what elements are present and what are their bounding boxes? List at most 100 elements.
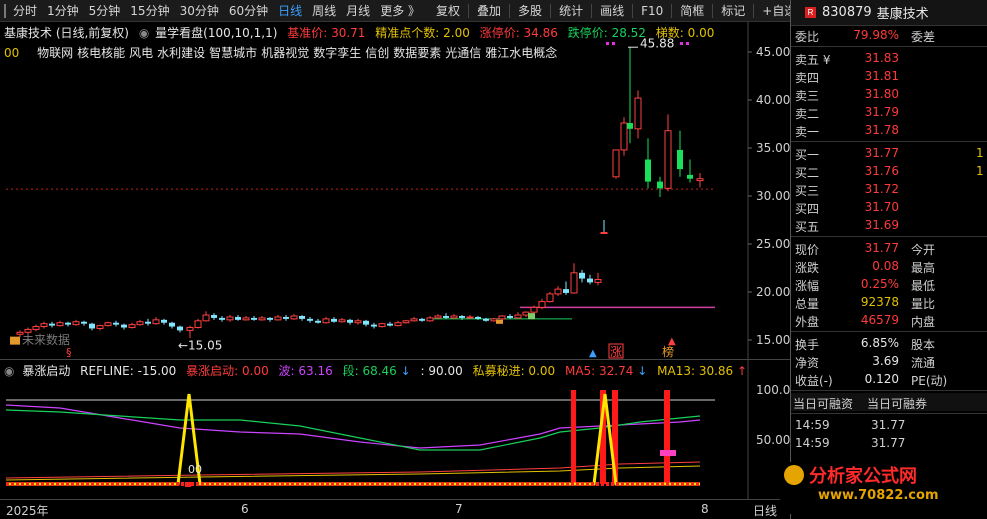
ask-label: 卖三 (795, 89, 820, 103)
section-marker: § (66, 346, 72, 359)
candle-body (152, 319, 160, 325)
period-tab[interactable]: 5分钟 (84, 0, 126, 22)
margin-badge: R (805, 7, 816, 18)
toolbar-button[interactable]: 复权 (431, 0, 465, 22)
stat-row: 净资 3.69 流通 (791, 352, 987, 370)
candle-body (594, 279, 602, 283)
candle-body (211, 315, 217, 318)
candle-body (579, 272, 585, 279)
period-tab[interactable]: 分时 (8, 0, 42, 22)
candle-body (696, 178, 704, 182)
concept-tag: 风电 (129, 46, 154, 60)
ask-label: 卖一 (795, 125, 820, 139)
stat-value: 46579 (860, 313, 899, 327)
candle-body (274, 316, 282, 321)
quote-header: R 830879 基康技术 (791, 0, 987, 26)
window-icon[interactable] (4, 3, 6, 18)
signal-bar (571, 390, 576, 484)
period-tab[interactable]: 60分钟 (224, 0, 273, 22)
stat-value: 0.120 (864, 372, 899, 386)
kline-chart[interactable]: 45.00 40.00 35.00 30.00 25.00 20.00 15.00 45.88… (0, 22, 790, 359)
stat-label: 流通 (911, 356, 936, 370)
period-tab[interactable]: 月线 (341, 0, 375, 22)
period-label[interactable]: 日线 (753, 502, 777, 519)
indicator-chart[interactable]: 100.00 50.00 00 ◉ 暴涨启动 REFLINE: -15.00 暴涨启… (0, 359, 790, 500)
secret-signal-block (660, 450, 676, 456)
toolbar-divider (550, 3, 552, 18)
stat-row: 现价 31.77 今开 (791, 239, 987, 257)
candle-body (24, 328, 32, 333)
stat-value: 92378 (860, 295, 899, 309)
bid-label: 买二 (795, 166, 820, 180)
candle-body (104, 322, 112, 327)
order-ratio-value: 79.98% (853, 28, 899, 42)
axis-label-june: 6 (241, 502, 249, 516)
margin-short-label: 当日可融券 (867, 397, 928, 411)
order-ratio-row: 委比 79.98% 委差 (791, 26, 987, 44)
indicator-title[interactable]: 暴涨启动 (22, 364, 70, 378)
candle-body (354, 320, 362, 324)
candle-body (507, 316, 513, 318)
indicator-tick-label: 50.00 (756, 433, 790, 447)
candle-body (664, 130, 672, 189)
site-watermark: 分析家公式网 www.70822.com (780, 462, 976, 514)
ask-price: 31.83 (864, 51, 899, 65)
signal-dot (606, 42, 609, 45)
candle-body (89, 323, 95, 329)
signal-up-icon: ▲ (668, 336, 676, 347)
stat-label: 现价 (795, 243, 820, 257)
stat-label: 总量 (795, 297, 820, 311)
stat-label: 最低 (911, 279, 936, 293)
candle-body (226, 316, 234, 321)
precise-points: 精准点个数: 2.00 (375, 26, 470, 40)
indicator-settings-icon[interactable]: ◉ (4, 364, 14, 378)
period-tab[interactable]: 日线 (273, 0, 307, 22)
secret-value: 私募秘进: 0.00 (472, 364, 556, 378)
candle-body (634, 97, 642, 130)
candle-body (169, 322, 175, 327)
period-tab[interactable]: 1分钟 (42, 0, 84, 22)
candle-body (371, 324, 377, 327)
candle-body (347, 319, 353, 323)
toolbar-button[interactable]: 画线 (595, 0, 629, 22)
ma5-arrow-icon: ↓ (637, 364, 648, 378)
candle-body (235, 316, 241, 320)
period-tab[interactable]: 周线 (307, 0, 341, 22)
bid-price: 31.70 (864, 200, 899, 214)
period-tab[interactable]: 30分钟 (175, 0, 224, 22)
candle-body (538, 301, 546, 308)
toolbar-button[interactable]: 统计 (554, 0, 588, 22)
candle-body (113, 322, 119, 325)
axis-label-july: 7 (455, 502, 463, 516)
toolbar-button[interactable]: 叠加 (472, 0, 506, 22)
stat-row: 涨跌 0.08 最高 (791, 257, 987, 275)
toolbar-button[interactable]: 简框 (675, 0, 709, 22)
toolbar-button[interactable]: F10 (636, 0, 668, 22)
indicator-name[interactable]: 量学看盘(100,10,1,1) (155, 26, 277, 40)
stock-name[interactable]: 基康技术 (877, 3, 929, 22)
candle-body (72, 321, 80, 326)
stock-code[interactable]: 830879 (822, 5, 872, 20)
toolbar-button[interactable]: 多股 (513, 0, 547, 22)
axis-label-aug: 8 (701, 502, 709, 516)
price-tick-label: 15.00 (756, 333, 790, 347)
surge-spike-line (6, 393, 700, 486)
limit-up-price: 涨停价: 34.86 (479, 26, 558, 40)
candle-body (498, 315, 506, 320)
candle-body (251, 317, 257, 320)
tick-price: 31.77 (871, 436, 906, 450)
candle-body (645, 159, 651, 182)
candle-body (194, 320, 202, 329)
ask-label: 卖五 ¥ (795, 53, 831, 67)
stat-label: 股本 (911, 338, 936, 352)
stat-label: 今开 (911, 243, 936, 257)
toolbar-button[interactable]: 标记 (716, 0, 750, 22)
concept-tag: 数字孪生 (313, 46, 362, 60)
period-tab[interactable]: 15分钟 (125, 0, 174, 22)
signal-up-icon: ▲ (589, 348, 597, 359)
ask-label: 卖二 (795, 107, 820, 121)
indicator-settings-icon[interactable]: ◉ (139, 26, 149, 40)
period-tab[interactable]: 更多 》 (375, 0, 425, 22)
candle-body (434, 315, 442, 319)
bid-label: 买一 (795, 148, 820, 162)
